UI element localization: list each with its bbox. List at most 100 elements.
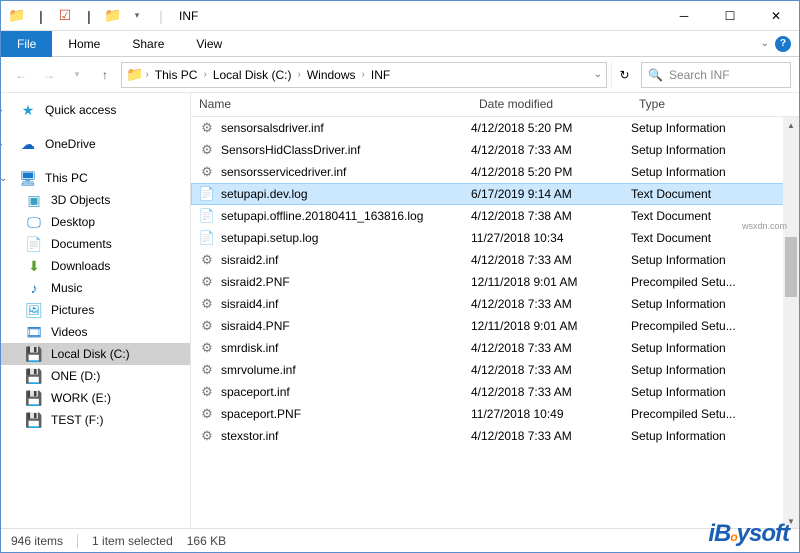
file-type: Setup Information (631, 253, 799, 267)
sidebar-item-test-f[interactable]: 💾TEST (F:) (1, 409, 190, 431)
sidebar-quick-access[interactable]: › ★ Quick access (1, 99, 190, 121)
address-bar[interactable]: 📁 › This PC › Local Disk (C:) › Windows … (121, 62, 607, 88)
file-row[interactable]: 📄setupapi.setup.log11/27/2018 10:34Text … (191, 227, 799, 249)
chevron-right-icon[interactable]: › (362, 69, 365, 80)
status-bar: 946 items 1 item selected 166 KB (1, 528, 799, 552)
breadcrumb[interactable]: INF (367, 64, 394, 86)
breadcrumb[interactable]: This PC (151, 64, 202, 86)
file-type: Setup Information (631, 143, 799, 157)
file-name: sisraid4.PNF (221, 319, 290, 333)
file-row[interactable]: ⚙stexstor.inf4/12/2018 7:33 AMSetup Info… (191, 425, 799, 447)
search-input[interactable]: 🔍 Search INF (641, 62, 791, 88)
column-date[interactable]: Date modified (471, 93, 631, 116)
ribbon-expand-icon[interactable]: ⌄ (761, 38, 769, 49)
file-row[interactable]: ⚙SensorsHidClassDriver.inf4/12/2018 7:33… (191, 139, 799, 161)
sidebar-label: Desktop (51, 215, 95, 229)
sidebar-item-videos[interactable]: 🎞Videos (1, 321, 190, 343)
chevron-right-icon[interactable]: › (298, 69, 301, 80)
sidebar-item-one-d[interactable]: 💾ONE (D:) (1, 365, 190, 387)
close-button[interactable]: ✕ (753, 1, 799, 31)
chevron-down-icon[interactable]: ⌄ (1, 173, 9, 184)
scroll-thumb[interactable] (785, 237, 797, 297)
column-headers: Name Date modified Type (191, 93, 799, 117)
sidebar-item-pictures[interactable]: 🖼Pictures (1, 299, 190, 321)
breadcrumb[interactable]: Windows (303, 64, 360, 86)
status-item-count: 946 items (11, 534, 63, 548)
scrollbar-vertical[interactable]: ▲ ▼ (783, 117, 799, 529)
scroll-up-icon[interactable]: ▲ (783, 117, 799, 133)
watermark-url: wsxdn.com (742, 221, 787, 231)
file-icon: ⚙ (199, 296, 215, 312)
file-row[interactable]: ⚙sisraid4.inf4/12/2018 7:33 AMSetup Info… (191, 293, 799, 315)
file-name: spaceport.PNF (221, 407, 301, 421)
help-icon[interactable]: ? (775, 36, 791, 52)
file-name: sensorsservicedriver.inf (221, 165, 346, 179)
file-row[interactable]: 📄setupapi.dev.log6/17/2019 9:14 AMText D… (191, 183, 799, 205)
sidebar-item-music[interactable]: ♪Music (1, 277, 190, 299)
watermark-logo: iBoysoft (708, 520, 789, 548)
file-row[interactable]: ⚙sisraid2.inf4/12/2018 7:33 AMSetup Info… (191, 249, 799, 271)
file-row[interactable]: ⚙spaceport.PNF11/27/2018 10:49Precompile… (191, 403, 799, 425)
desktop-icon: 🖵 (25, 213, 43, 231)
column-type[interactable]: Type (631, 93, 799, 116)
file-icon: ⚙ (199, 318, 215, 334)
file-row[interactable]: ⚙spaceport.inf4/12/2018 7:33 AMSetup Inf… (191, 381, 799, 403)
file-date: 4/12/2018 7:38 AM (471, 209, 631, 223)
file-row[interactable]: 📄setupapi.offline.20180411_163816.log4/1… (191, 205, 799, 227)
ribbon: File Home Share View ⌄ ? (1, 31, 799, 57)
file-type: Precompiled Setu... (631, 275, 799, 289)
breadcrumb[interactable]: Local Disk (C:) (209, 64, 296, 86)
file-row[interactable]: ⚙sensorsalsdriver.inf4/12/2018 5:20 PMSe… (191, 117, 799, 139)
chevron-right-icon[interactable]: › (1, 105, 9, 116)
sidebar-item-documents[interactable]: 📄Documents (1, 233, 190, 255)
chevron-down-icon[interactable]: ▾ (127, 6, 147, 26)
refresh-button[interactable]: ↻ (611, 62, 637, 88)
qat-separator: | (79, 6, 99, 26)
disk-icon: 💾 (25, 411, 43, 429)
quick-access-check-icon[interactable]: ☑ (55, 6, 75, 26)
file-row[interactable]: ⚙sensorsservicedriver.inf4/12/2018 5:20 … (191, 161, 799, 183)
sidebar-this-pc[interactable]: ⌄ 🖥 This PC (1, 167, 190, 189)
file-type: Setup Information (631, 429, 799, 443)
sidebar-item-3d[interactable]: ▣3D Objects (1, 189, 190, 211)
maximize-button[interactable]: ☐ (707, 1, 753, 31)
up-button[interactable]: ↑ (93, 63, 117, 87)
file-name: setupapi.setup.log (221, 231, 318, 245)
sidebar: › ★ Quick access › ☁ OneDrive ⌄ 🖥 This P… (1, 93, 191, 529)
file-row[interactable]: ⚙sisraid4.PNF12/11/2018 9:01 AMPrecompil… (191, 315, 799, 337)
folder-icon: 📁 (126, 66, 143, 83)
chevron-right-icon[interactable]: › (1, 139, 9, 150)
file-name: sisraid2.PNF (221, 275, 290, 289)
tab-home[interactable]: Home (52, 31, 116, 57)
sidebar-label: Music (51, 281, 82, 295)
file-row[interactable]: ⚙smrvolume.inf4/12/2018 7:33 AMSetup Inf… (191, 359, 799, 381)
file-list: Name Date modified Type ⚙sensorsalsdrive… (191, 93, 799, 529)
file-date: 4/12/2018 7:33 AM (471, 297, 631, 311)
back-button[interactable]: ← (9, 63, 33, 87)
search-icon: 🔍 (648, 68, 663, 82)
file-icon: ⚙ (199, 384, 215, 400)
sidebar-item-desktop[interactable]: 🖵 Desktop (1, 211, 190, 233)
picture-icon: 🖼 (25, 301, 43, 319)
sidebar-item-local-disk-c[interactable]: 💾Local Disk (C:) (1, 343, 190, 365)
file-row[interactable]: ⚙smrdisk.inf4/12/2018 7:33 AMSetup Infor… (191, 337, 799, 359)
minimize-button[interactable]: ─ (661, 1, 707, 31)
sidebar-item-work-e[interactable]: 💾WORK (E:) (1, 387, 190, 409)
chevron-right-icon[interactable]: › (203, 69, 206, 80)
file-icon: ⚙ (199, 164, 215, 180)
chevron-right-icon[interactable]: › (145, 69, 148, 80)
sidebar-onedrive[interactable]: › ☁ OneDrive (1, 133, 190, 155)
address-dropdown-icon[interactable]: ⌄ (594, 69, 602, 80)
file-row[interactable]: ⚙sisraid2.PNF12/11/2018 9:01 AMPrecompil… (191, 271, 799, 293)
recent-dropdown[interactable]: ▾ (65, 63, 89, 87)
folder-icon: 📁 (103, 6, 123, 26)
forward-button[interactable]: → (37, 63, 61, 87)
tab-share[interactable]: Share (116, 31, 180, 57)
video-icon: 🎞 (25, 323, 43, 341)
sidebar-item-downloads[interactable]: ⬇Downloads (1, 255, 190, 277)
tab-file[interactable]: File (1, 31, 52, 57)
column-name[interactable]: Name (191, 93, 471, 116)
file-date: 4/12/2018 7:33 AM (471, 143, 631, 157)
tab-view[interactable]: View (180, 31, 238, 57)
disk-icon: 💾 (25, 345, 43, 363)
